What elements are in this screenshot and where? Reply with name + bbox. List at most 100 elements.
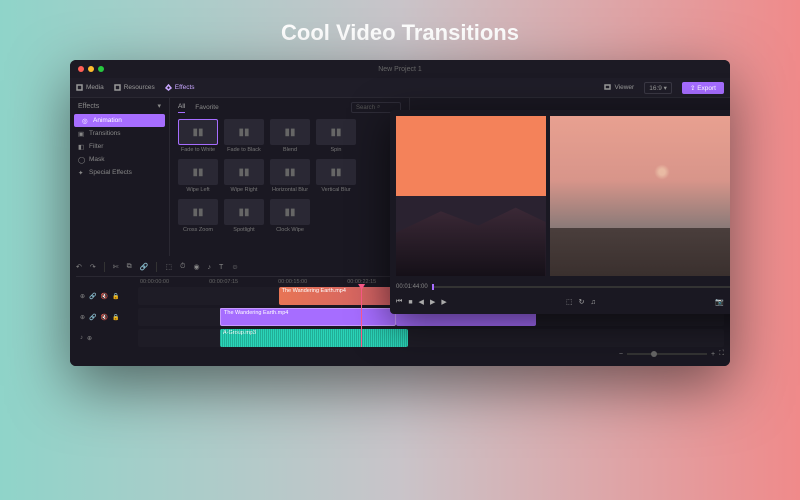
lock-icon[interactable]: 🔒 [112,293,119,300]
tab-media[interactable]: Media [76,84,104,91]
link-icon[interactable]: 🔗 [89,293,96,300]
playhead[interactable] [361,287,362,347]
ruler-tick: 00:00:15:00 [278,279,307,285]
effect-preview-icon: ▮▮ [224,119,264,145]
transitions-icon: ▣ [78,130,85,137]
next-frame-icon[interactable]: ▶ [441,298,446,306]
sidebar-item-animation[interactable]: ◎ Animation [74,114,165,127]
preview-scrubber[interactable] [432,286,730,288]
sidebar-item-transitions[interactable]: ▣ Transitions [70,127,169,140]
volume-icon[interactable]: ♫ [590,299,595,306]
effect-preview-icon: ▮▮ [224,159,264,185]
window-title: New Project 1 [70,66,730,73]
effect-thumb[interactable]: ▮▮ Wipe Right [224,159,264,193]
prev-frame-icon[interactable]: ◀ [419,298,424,306]
go-start-icon[interactable]: ⏮ [396,298,402,306]
chevron-down-icon: ▾ [664,85,667,92]
effect-thumb[interactable]: ▮▮ Cross Zoom [178,199,218,233]
effect-thumb[interactable]: ▮▮ Fade to White [178,119,218,153]
subtab-favorite[interactable]: Favorite [195,104,218,111]
effect-preview-icon: ▮▮ [178,199,218,225]
preview-canvas [396,116,730,276]
sidebar-item-mask[interactable]: ◯ Mask [70,153,169,166]
mute-icon[interactable]: 🔇 [101,314,108,321]
viewer-label: Viewer [604,84,634,91]
link-icon[interactable]: 🔗 [89,314,96,321]
animation-icon: ◎ [82,117,89,124]
sticker-icon[interactable]: ☺ [231,264,238,271]
tab-resources[interactable]: Resources [114,84,155,91]
play-icon[interactable]: ▶ [430,298,435,306]
track-head-a1: ♪ ⊕ [76,335,138,342]
text-icon[interactable]: T [219,264,223,271]
aspect-select[interactable]: 16:9 ▾ [644,82,672,94]
lock-icon[interactable]: 🔒 [112,314,119,321]
music-icon: ♪ [80,335,83,341]
stop-icon[interactable]: ■ [408,299,412,306]
redo-icon[interactable]: ↷ [90,263,96,271]
sidebar-item-special[interactable]: ✦ Special Effects [70,166,169,179]
effect-label: Cross Zoom [178,227,218,233]
crop-tool-icon[interactable]: ⬚ [165,263,172,271]
link-icon[interactable]: 🔗 [140,263,149,271]
effect-label: Fade to White [178,147,218,153]
tab-effects-label: Effects [175,84,195,91]
preview-window: 00:01:44:00 00:01:44:00 ⏮ ■ ◀ ▶ ▶ ⬚ ↻ ♫ … [390,110,730,314]
tab-media-label: Media [86,84,104,91]
snapshot-icon[interactable]: 📷 [715,298,724,306]
export-button[interactable]: ⇪ Export [682,82,724,94]
effect-label: Clock Wipe [270,227,310,233]
effects-grid: All Favorite Search ⌕ ▮▮ Fade to White▮▮… [170,98,410,256]
tab-effects[interactable]: Effects [165,84,195,91]
loop-icon[interactable]: ↻ [579,298,585,306]
undo-icon[interactable]: ↶ [76,263,82,271]
sidebar-item-filter[interactable]: ◧ Filter [70,140,169,153]
effect-thumb[interactable]: ▮▮ Clock Wipe [270,199,310,233]
mute-icon[interactable]: 🔇 [101,293,108,300]
effect-preview-icon: ▮▮ [178,159,218,185]
effect-thumb[interactable]: ▮▮ Spin [316,119,356,153]
effect-preview-icon: ▮▮ [270,199,310,225]
add-track-icon[interactable]: ⊕ [80,314,85,321]
audio-icon[interactable]: ♪ [208,264,212,271]
ruler-tick: 00:00:07:15 [209,279,238,285]
effect-thumb[interactable]: ▮▮ Wipe Left [178,159,218,193]
search-placeholder: Search [356,105,375,111]
add-track-icon[interactable]: ⊕ [80,293,85,300]
effect-thumb[interactable]: ▮▮ Fade to Black [224,119,264,153]
clip-audio-1[interactable]: A·Group.mp3 [220,329,408,347]
effect-thumb[interactable]: ▮▮ Spotlight [224,199,264,233]
crop-icon[interactable]: ⬚ [566,298,573,306]
zoom-out-icon[interactable]: − [619,351,623,358]
track-a1[interactable]: A·Group.mp3 [138,329,724,347]
resources-icon [114,84,121,91]
preview-frame-right [550,116,730,276]
media-icon [76,84,83,91]
effect-preview-icon: ▮▮ [316,119,356,145]
subtab-all[interactable]: All [178,103,185,113]
effect-thumb[interactable]: ▮▮ Blend [270,119,310,153]
clip-label: The Wandering Earth.mp4 [224,310,288,316]
cut-icon[interactable]: ✄ [113,263,119,271]
tab-resources-label: Resources [124,84,155,91]
speed-icon[interactable]: ⏱ [180,263,185,271]
sidebar-item-label: Transitions [89,130,121,137]
record-icon[interactable]: ◉ [193,263,199,271]
effect-label: Blend [270,147,310,153]
preview-frame-left [396,116,546,276]
copy-icon[interactable]: ⧉ [127,263,132,271]
add-track-icon[interactable]: ⊕ [87,335,92,342]
effect-preview-icon: ▮▮ [270,119,310,145]
effect-thumb[interactable]: ▮▮ Horizontal Blur [270,159,310,193]
collapse-icon[interactable]: ▾ [157,102,161,110]
effect-preview-icon: ▮▮ [316,159,356,185]
zoom-in-icon[interactable]: + [711,351,715,358]
track-head-v2: ⊕ 🔗 🔇 🔒 [76,314,138,321]
time-current: 00:01:44:00 [396,284,428,290]
effect-thumb[interactable]: ▮▮ Vertical Blur [316,159,356,193]
zoom-fit-icon[interactable]: ⛶ [719,350,724,358]
zoom-slider[interactable] [627,353,707,355]
sparkle-icon: ✦ [78,169,85,176]
effect-label: Spin [316,147,356,153]
clip-video-2[interactable]: The Wandering Earth.mp4 [220,308,396,326]
